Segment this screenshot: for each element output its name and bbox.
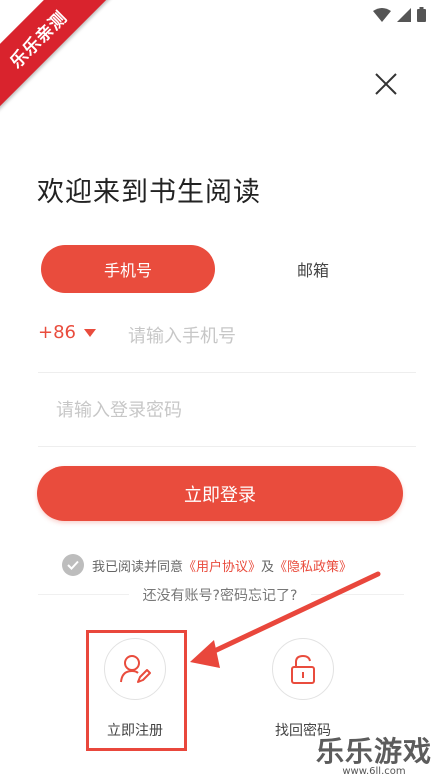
tab-email-label: 邮箱 <box>296 261 329 280</box>
status-icons <box>373 7 426 22</box>
no-account-forgot-link[interactable]: 还没有账号?密码忘记了? <box>128 588 312 604</box>
close-icon <box>375 73 397 95</box>
country-code-selector[interactable]: +86 <box>38 322 96 343</box>
signal-icon <box>397 7 411 22</box>
agreement-checkbox[interactable] <box>62 554 84 576</box>
login-button-label: 立即登录 <box>184 484 256 506</box>
page-title: 欢迎来到书生阅读 <box>37 177 261 208</box>
register-circle <box>104 638 166 700</box>
login-button[interactable]: 立即登录 <box>37 466 403 521</box>
recover-circle <box>272 638 334 700</box>
bottom-watermark: 乐乐游戏 www.6ll.com <box>316 730 432 777</box>
divider <box>38 372 416 373</box>
checkmark-icon <box>67 560 79 570</box>
watermark-title: 乐乐游戏 <box>315 735 432 768</box>
register-option[interactable]: 立即注册 <box>104 638 166 740</box>
battery-icon <box>417 7 426 22</box>
divider <box>38 446 416 447</box>
user-agreement-link[interactable]: 《用户协议》 <box>183 556 261 575</box>
tab-phone[interactable]: 手机号 <box>41 245 215 293</box>
agreement-row: 我已阅读并同意 《用户协议》 及 《隐私政策》 <box>62 554 352 576</box>
country-code-value: +86 <box>38 322 76 343</box>
close-button[interactable] <box>372 70 400 98</box>
dropdown-triangle-icon <box>84 328 96 337</box>
forgot-row: 还没有账号?密码忘记了? <box>0 585 440 605</box>
register-label: 立即注册 <box>107 723 163 739</box>
tab-phone-label: 手机号 <box>103 261 152 280</box>
phone-input[interactable] <box>128 320 408 352</box>
privacy-policy-link[interactable]: 《隐私政策》 <box>274 556 352 575</box>
user-edit-icon <box>120 655 151 683</box>
wifi-icon <box>373 7 391 22</box>
annotation-arrow <box>190 571 381 668</box>
unlock-icon <box>291 654 315 684</box>
agreement-and: 及 <box>261 559 275 575</box>
agreement-prefix: 我已阅读并同意 <box>92 559 184 575</box>
tab-email[interactable]: 邮箱 <box>226 245 400 293</box>
password-input[interactable] <box>56 394 396 426</box>
recover-password-option[interactable]: 找回密码 <box>272 638 334 740</box>
